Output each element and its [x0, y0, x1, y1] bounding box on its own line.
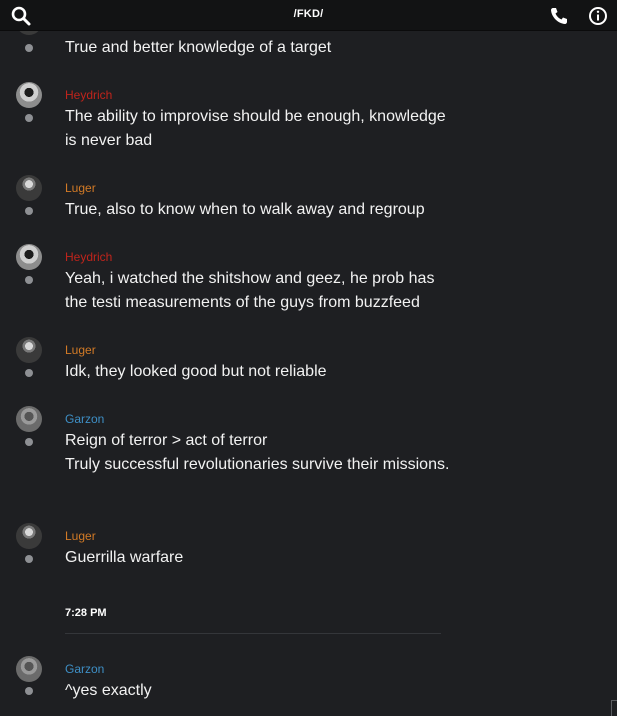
- message-text: Reign of terror > act of terror Truly su…: [65, 429, 455, 477]
- avatar[interactable]: [16, 337, 42, 363]
- avatar[interactable]: [16, 406, 42, 432]
- presence-dot: [25, 276, 33, 284]
- message-line: Truly successful revolutionaries survive…: [65, 456, 450, 473]
- presence-dot: [25, 114, 33, 122]
- author-name[interactable]: Heydrich: [65, 88, 112, 102]
- info-icon[interactable]: [587, 5, 609, 27]
- phone-icon[interactable]: [548, 5, 570, 27]
- presence-dot: [25, 438, 33, 446]
- chat-header: /FKD/: [0, 0, 617, 31]
- avatar[interactable]: [16, 31, 42, 35]
- presence-dot: [25, 207, 33, 215]
- author-name[interactable]: Luger: [65, 181, 96, 195]
- author-name[interactable]: Luger: [65, 343, 96, 357]
- message-line: Reign of terror > act of terror: [65, 432, 268, 449]
- presence-dot: [25, 44, 33, 52]
- avatar[interactable]: [16, 82, 42, 108]
- author-name[interactable]: Luger: [65, 529, 96, 543]
- message-text: Idk, they looked good but not reliable: [65, 363, 327, 380]
- message-text: ^yes exactly: [65, 682, 152, 699]
- message-text: The ability to improvise should be enoug…: [65, 108, 446, 149]
- presence-dot: [25, 687, 33, 695]
- avatar[interactable]: [16, 244, 42, 270]
- time-separator: 7:28 PM: [65, 607, 107, 619]
- avatar[interactable]: [16, 523, 42, 549]
- channel-title: /FKD/: [293, 8, 324, 20]
- divider: [65, 633, 441, 634]
- author-name[interactable]: Garzon: [65, 662, 104, 676]
- author-name[interactable]: Heydrich: [65, 250, 112, 264]
- avatar[interactable]: [16, 175, 42, 201]
- message-text: True and better knowledge of a target: [65, 39, 332, 56]
- message-text: True, also to know when to walk away and…: [65, 201, 425, 218]
- message-feed[interactable]: True and better knowledge of a target He…: [0, 31, 617, 716]
- message-text: Yeah, i watched the shitshow and geez, h…: [65, 270, 435, 311]
- avatar[interactable]: [16, 656, 42, 682]
- author-name[interactable]: Garzon: [65, 412, 104, 426]
- scrollbar-corner[interactable]: [611, 700, 617, 716]
- presence-dot: [25, 555, 33, 563]
- presence-dot: [25, 369, 33, 377]
- message-text: Guerrilla warfare: [65, 549, 184, 566]
